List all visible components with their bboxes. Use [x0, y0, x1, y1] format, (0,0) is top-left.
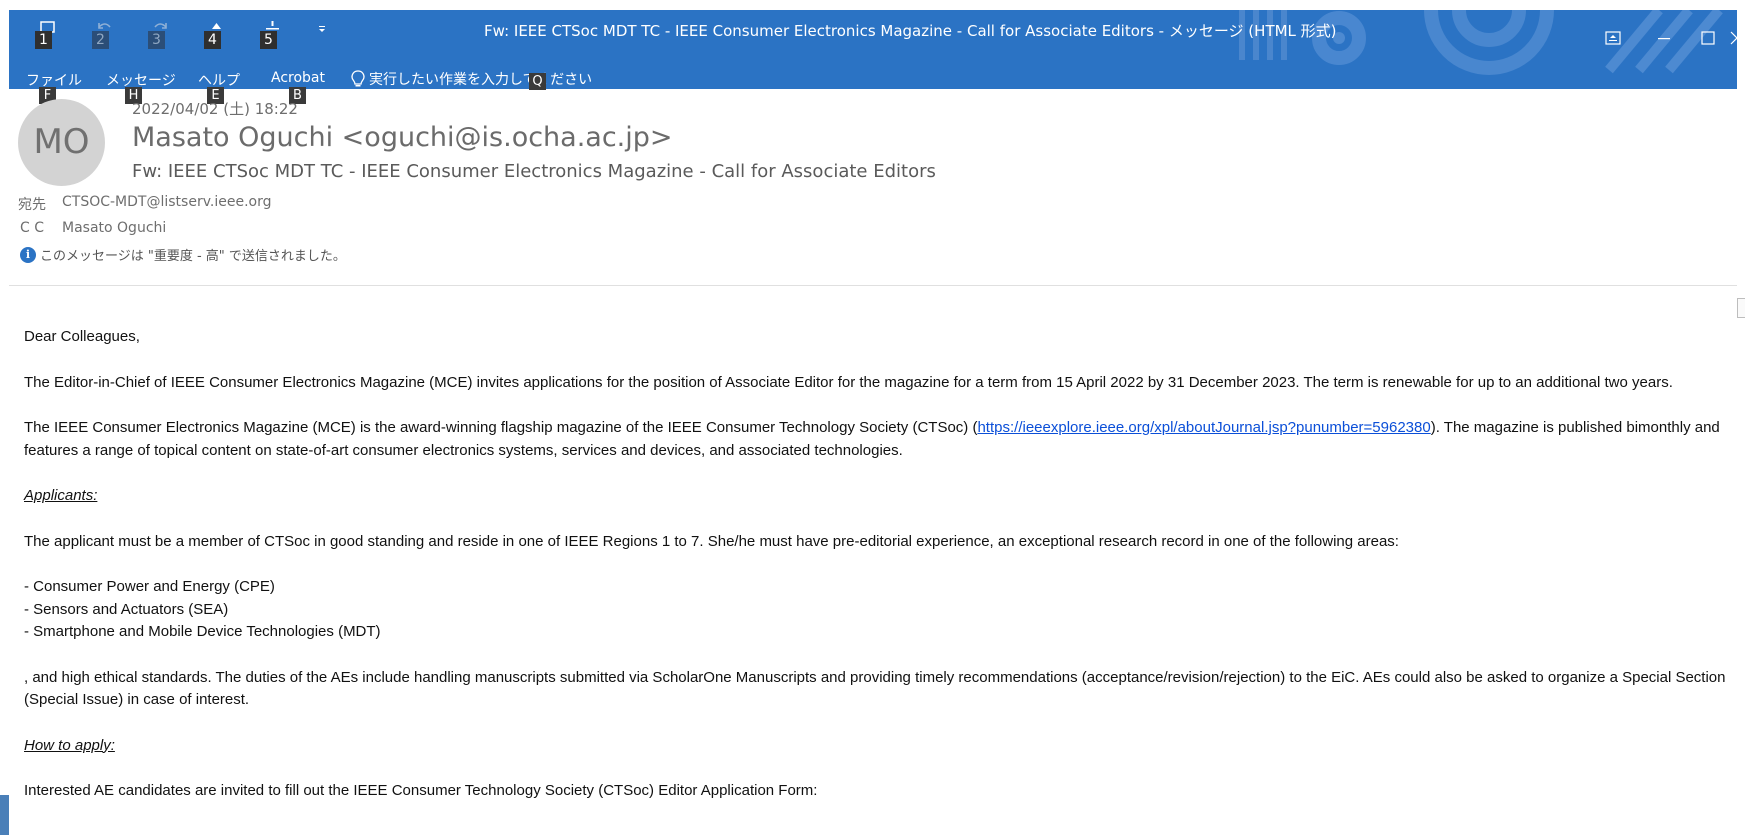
body-paragraph-1: The Editor-in-Chief of IEEE Consumer Ele… [24, 373, 1673, 391]
window-title: Fw: IEEE CTSoc MDT TC - IEEE Consumer El… [484, 22, 1337, 40]
sender-avatar[interactable]: MO [18, 99, 105, 186]
greeting: Dear Colleagues, [24, 328, 140, 345]
applicants-heading: Applicants: [24, 487, 98, 504]
close-icon[interactable] [1727, 28, 1737, 48]
key-tip-tell-me: Q [529, 73, 546, 90]
minimize-icon[interactable] [1654, 28, 1674, 48]
quick-access-key-4: 4 [204, 31, 221, 49]
sent-datetime: 2022/04/02 (土) 18:22 [132, 100, 298, 118]
importance-info-bar: i このメッセージは "重要度 - 高" で送信されました。 [20, 245, 346, 264]
body-paragraph-4: , and high ethical standards. The duties… [24, 668, 1726, 709]
quick-access-key-1: 1 [35, 31, 52, 49]
info-icon: i [20, 246, 36, 263]
titlebar: 1 2 3 4 5 Fw: IEEE CTSoc MDT TC - IEEE C… [9, 10, 1737, 89]
list-item: - Smartphone and Mobile Device Technolog… [24, 623, 381, 640]
window-frame-right [1737, 0, 1745, 835]
importance-note: このメッセージは "重要度 - 高" で送信されました。 [40, 249, 346, 264]
header-divider [9, 285, 1737, 286]
body-paragraph-5: Interested AE candidates are invited to … [24, 782, 818, 799]
tell-me-search[interactable]: 実行したい作業を入力してください [351, 69, 592, 89]
quick-access-key-3: 3 [148, 31, 165, 49]
quick-access-key-2: 2 [92, 31, 109, 49]
how-to-apply-heading: How to apply: [24, 736, 115, 754]
customize-toolbar-icon[interactable] [317, 24, 327, 34]
email-subject: Fw: IEEE CTSoc MDT TC - IEEE Consumer El… [132, 161, 936, 182]
cc-label: C C [20, 220, 45, 236]
ieee-xplore-link[interactable]: https://ieeexplore.ieee.org/xpl/aboutJou… [977, 419, 1430, 436]
tell-me-label: 実行したい作業を入力してください [369, 72, 593, 88]
scrollbar-handle[interactable] [1737, 298, 1745, 318]
window-frame-left [0, 0, 9, 835]
menu-acrobat[interactable]: Acrobat [271, 70, 325, 86]
list-item: - Sensors and Actuators (SEA) [24, 600, 229, 618]
areas-list: - Consumer Power and Energy (CPE) - Sens… [24, 576, 1736, 644]
maximize-icon[interactable] [1698, 28, 1718, 48]
quick-access-key-5: 5 [260, 31, 277, 49]
body-paragraph-3: The applicant must be a member of CTSoc … [24, 532, 1399, 550]
sender-name[interactable]: Masato Oguchi <oguchi@is.ocha.ac.jp> [132, 122, 673, 153]
paragraph-2-intro: The IEEE Consumer Electronics Magazine (… [24, 419, 978, 436]
to-recipient[interactable]: CTSOC-MDT@listserv.ieee.org [62, 194, 272, 210]
desktop-background [0, 795, 9, 835]
list-item: - Consumer Power and Energy (CPE) [24, 578, 275, 595]
to-label: 宛先 [18, 197, 46, 213]
lightbulb-icon [351, 70, 365, 87]
body-paragraph-2: The IEEE Consumer Electronics Magazine (… [24, 417, 1736, 462]
ribbon-display-options-icon[interactable] [1603, 28, 1623, 48]
email-body: Dear Colleagues, The Editor-in-Chief of … [24, 326, 1736, 826]
cc-recipient[interactable]: Masato Oguchi [62, 220, 166, 236]
